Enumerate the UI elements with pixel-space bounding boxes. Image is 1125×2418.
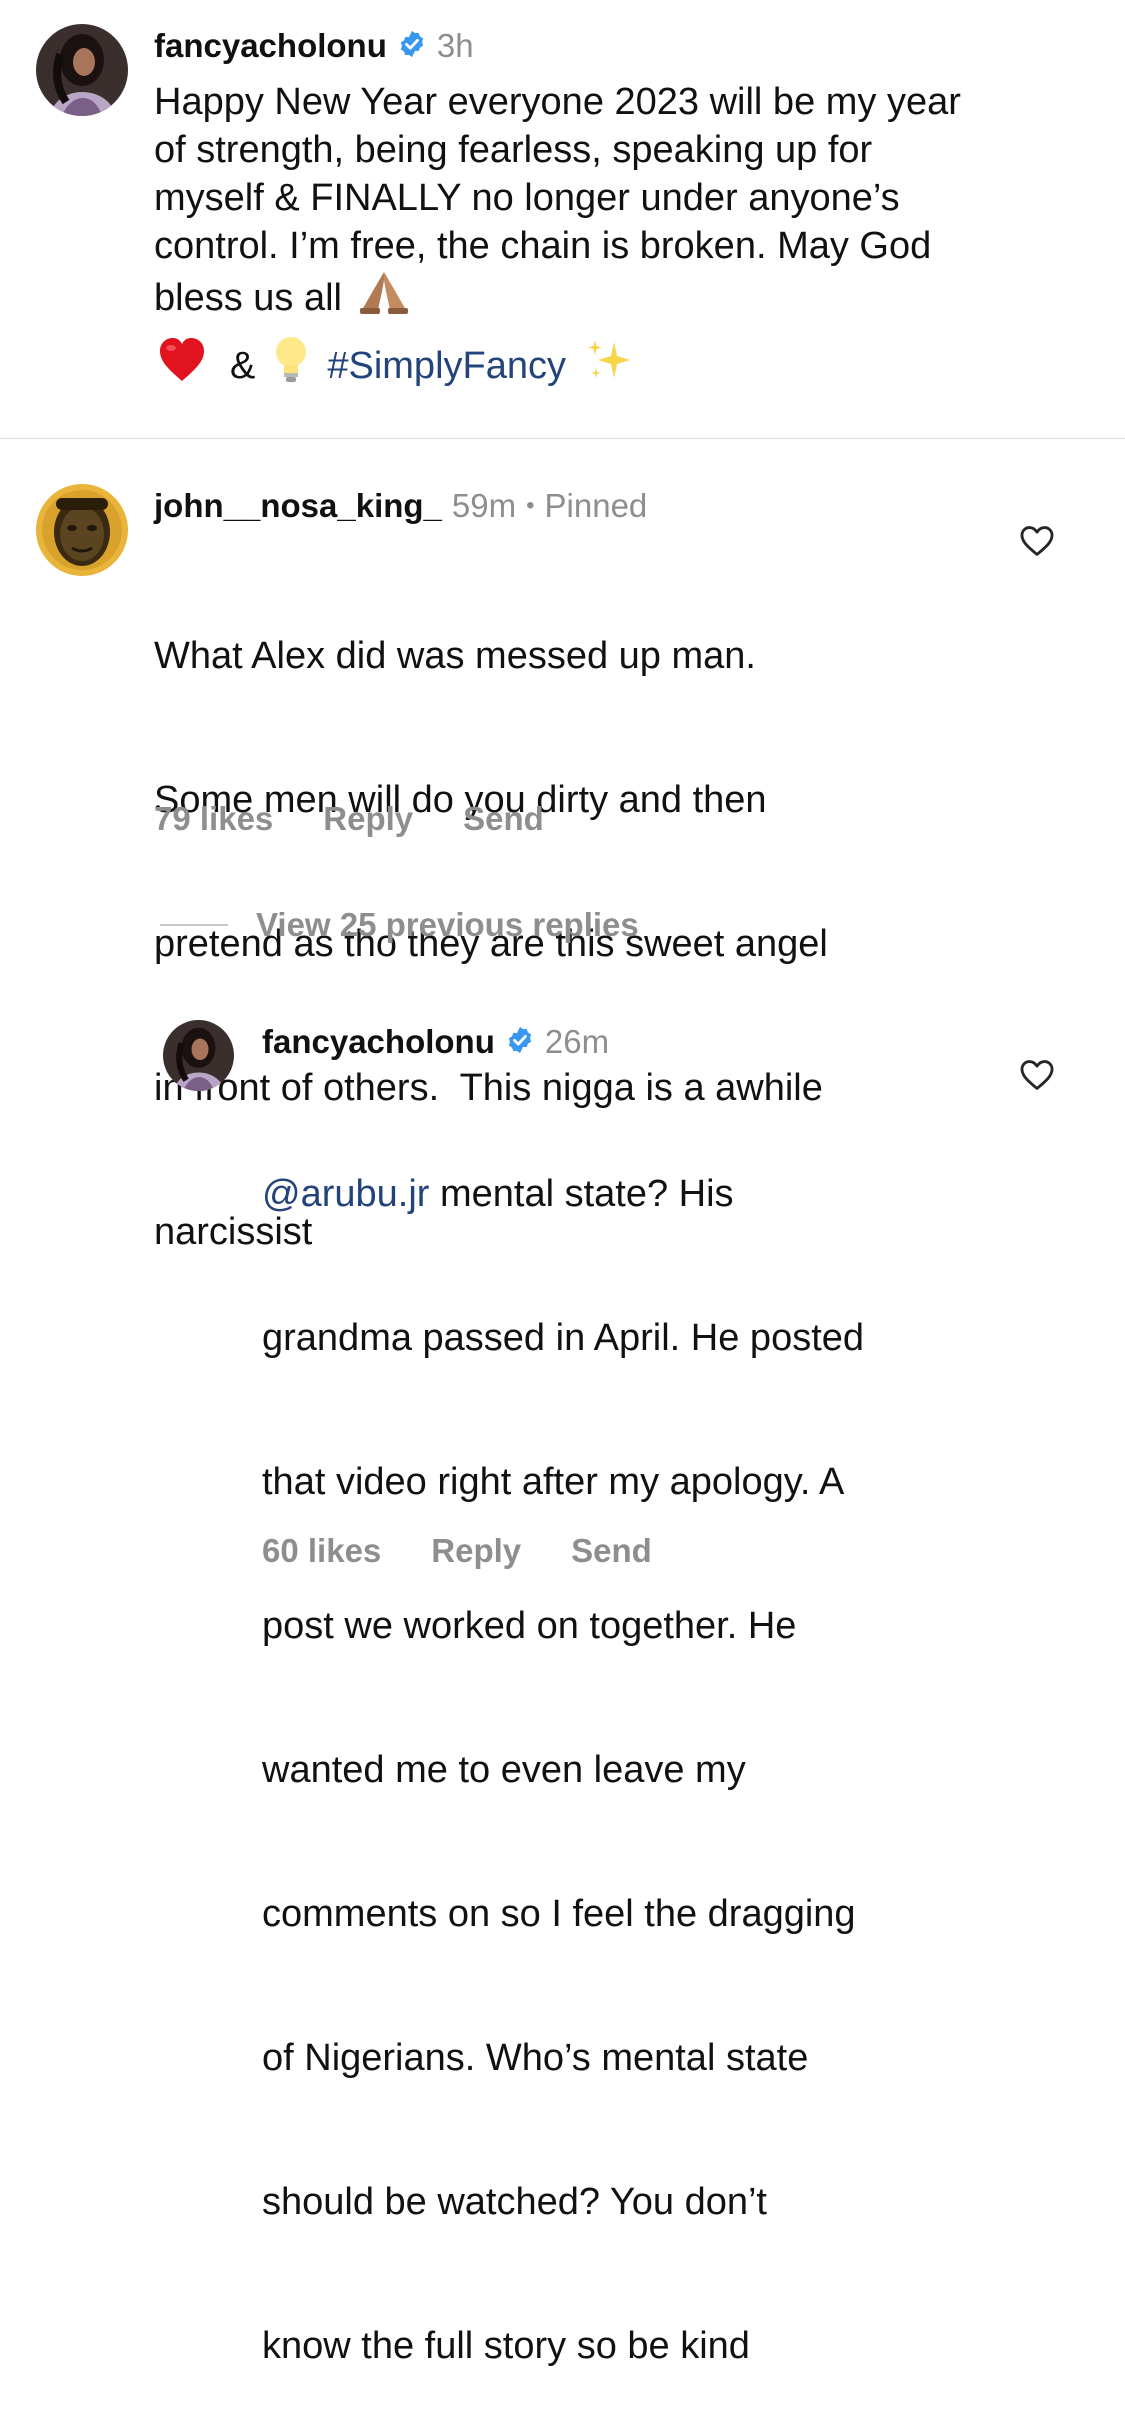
comment-actions: 79 likes Reply Send	[154, 800, 544, 838]
reply-actions: 60 likes Reply Send	[262, 1532, 652, 1570]
reply-line: post we worked on together. He	[262, 1605, 797, 1647]
hashtag-link[interactable]: #SimplyFancy	[327, 342, 566, 390]
red-heart-icon	[158, 337, 206, 395]
heart-outline-icon[interactable]	[1018, 1056, 1056, 1094]
light-bulb-icon	[273, 336, 309, 396]
verified-badge-icon	[505, 1025, 535, 1060]
pinned-label: Pinned	[544, 487, 648, 524]
reply-line: that video right after my apology. A	[262, 1461, 845, 1503]
caption-line: bless us all	[154, 270, 1074, 326]
comment-send-button[interactable]: Send	[463, 800, 544, 838]
caption-line-text: bless us all	[154, 277, 342, 319]
comment-time: 59m	[451, 487, 517, 524]
comment-header: john__nosa_king_ 59m • Pinned	[154, 484, 647, 528]
caption-line: control. I’m free, the chain is broken. …	[154, 225, 932, 267]
reply-line: should be watched? You don’t	[262, 2181, 767, 2223]
caption-line: myself & FINALLY no longer under anyone’…	[154, 177, 900, 219]
reply-reply-button[interactable]: Reply	[431, 1532, 521, 1570]
view-previous-replies[interactable]: View 25 previous replies	[160, 906, 639, 944]
post-username[interactable]: fancyacholonu	[154, 27, 387, 65]
reply-line: know the full story so be kind	[262, 2325, 750, 2367]
avatar-commenter[interactable]	[36, 484, 128, 576]
post-caption: Happy New Year everyone 2023 will be my …	[154, 78, 1074, 396]
reply-line: comments on so I feel the dragging	[262, 1893, 856, 1935]
reply-send-button[interactable]: Send	[571, 1532, 652, 1570]
heart-outline-icon[interactable]	[1018, 522, 1056, 560]
reply-line: wanted me to even leave my	[262, 1749, 746, 1791]
reply-line: of Nigerians. Who’s mental state	[262, 2037, 809, 2079]
caption-emoji-line: & #SimplyFancy	[154, 336, 1074, 396]
praying-hands-icon	[356, 270, 412, 326]
caption-line: of strength, being fearless, speaking up…	[154, 129, 873, 171]
replies-divider-line	[160, 924, 228, 926]
caption-divider	[0, 438, 1125, 439]
mention-link[interactable]: @arubu.jr	[262, 1173, 429, 1215]
post-time: 3h	[436, 27, 474, 64]
reply-line: grandma passed in April. He posted	[262, 1317, 865, 1359]
comment-line: What Alex did was messed up man.	[154, 635, 756, 677]
view-replies-label[interactable]: View 25 previous replies	[256, 906, 639, 944]
reply-line: @arubu.jr mental state? His	[262, 1170, 982, 1218]
meta-separator: •	[526, 492, 535, 519]
reply-text: @arubu.jr mental state? His grandma pass…	[262, 1074, 982, 2418]
caption-ampersand: &	[230, 345, 256, 387]
comment-reply-button[interactable]: Reply	[323, 800, 413, 838]
reply-header: fancyacholonu 26m	[262, 1020, 609, 1064]
comment-username[interactable]: john__nosa_king_	[154, 487, 442, 525]
comment-likes-count[interactable]: 79 likes	[154, 800, 273, 838]
avatar-post-author[interactable]	[36, 24, 128, 116]
caption-line: Happy New Year everyone 2023 will be my …	[154, 81, 961, 123]
reply-username[interactable]: fancyacholonu	[262, 1023, 495, 1061]
sparkles-icon	[584, 336, 632, 396]
post-header: fancyacholonu 3h	[154, 24, 474, 68]
reply-time: 26m	[544, 1023, 610, 1060]
avatar-reply-author[interactable]	[163, 1020, 234, 1091]
reply-likes-count[interactable]: 60 likes	[262, 1532, 381, 1570]
reply-line-text: mental state? His	[429, 1173, 734, 1215]
verified-badge-icon	[397, 29, 427, 64]
